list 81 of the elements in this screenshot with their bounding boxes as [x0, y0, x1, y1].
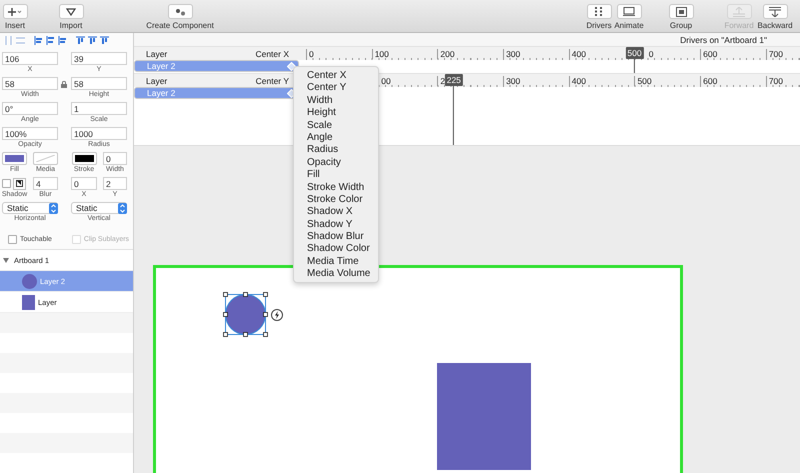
menu-item[interactable]: Shadow X — [294, 206, 378, 219]
stroke-swatch[interactable] — [72, 152, 96, 165]
property-heading[interactable]: Center Y — [256, 76, 289, 86]
monitor-icon — [623, 7, 635, 16]
toolbar-label: Drivers — [586, 21, 612, 30]
toolbar-button[interactable] — [586, 4, 612, 19]
align-icon[interactable] — [76, 36, 85, 44]
menu-item[interactable]: Shadow Blur — [294, 231, 378, 244]
toolbar-button[interactable] — [668, 4, 694, 19]
column-heading: Layer — [146, 48, 168, 58]
media-swatch[interactable] — [33, 152, 58, 165]
input-field[interactable]: 0° — [2, 102, 58, 115]
toolbar-button[interactable] — [58, 4, 84, 19]
menu-item[interactable]: Stroke Width — [294, 182, 378, 194]
menu-item[interactable]: Media Time — [294, 256, 378, 268]
toolbar-label: Import — [60, 21, 82, 30]
gears-icon — [174, 8, 186, 16]
plus-icon — [8, 8, 22, 16]
shadow-swatch[interactable] — [13, 178, 26, 190]
align-icon[interactable] — [88, 36, 97, 44]
grid-dots-icon — [595, 7, 603, 16]
menu-item[interactable]: Shadow Color — [294, 243, 378, 256]
disclosure-triangle-icon — [3, 258, 9, 262]
value-marker[interactable]: 500 — [625, 47, 644, 59]
menu-item[interactable]: Height — [294, 107, 378, 120]
lightning-icon[interactable] — [271, 309, 283, 321]
menu-item[interactable]: Shadow Y — [294, 218, 378, 232]
toolbar-button[interactable] — [616, 4, 642, 19]
shadow-checkbox[interactable] — [2, 179, 11, 188]
toolbar-button[interactable] — [762, 4, 788, 19]
select-field[interactable]: Static — [71, 202, 127, 214]
input-field[interactable]: 4 — [33, 177, 58, 190]
shadow-swatch-icon — [16, 180, 23, 187]
toolbar-button[interactable] — [168, 4, 192, 19]
toolbar-label: Backward — [757, 21, 793, 30]
value-marker[interactable]: 225 — [444, 74, 463, 86]
artboard[interactable] — [153, 265, 683, 473]
menu-item[interactable]: Scale — [294, 120, 378, 132]
menu-item[interactable]: Angle — [294, 132, 378, 144]
marker-line — [453, 86, 454, 145]
input-field[interactable]: 106 — [2, 52, 58, 65]
column-heading: Layer — [146, 76, 168, 86]
toolbar-button[interactable] — [2, 4, 28, 19]
menu-item[interactable]: Media Volume — [294, 268, 378, 281]
input-field[interactable]: 39 — [71, 52, 127, 65]
toolbar-label: Create Component — [146, 21, 214, 30]
square-thumbnail-icon — [22, 294, 35, 310]
menu-item[interactable]: Center X — [294, 70, 378, 82]
menu-item[interactable]: Fill — [294, 169, 378, 182]
input-field[interactable]: 58 — [2, 77, 58, 90]
fill-swatch[interactable] — [2, 152, 27, 165]
input-field[interactable]: 2 — [103, 177, 127, 190]
layers-down-icon — [769, 6, 781, 16]
stepper-icon — [49, 202, 58, 214]
toolbar-label: Animate — [614, 21, 644, 30]
align-icon[interactable] — [58, 36, 67, 44]
input-field[interactable]: 58 — [71, 77, 127, 90]
property-heading[interactable]: Center X — [255, 48, 289, 58]
circle-thumbnail-icon — [22, 274, 37, 288]
toolbar-label: Insert — [4, 21, 25, 30]
input-field[interactable]: 0 — [71, 177, 97, 190]
select-field[interactable]: Static — [2, 202, 58, 214]
menu-item[interactable]: Stroke Color — [294, 194, 378, 206]
empty-media-icon — [36, 155, 55, 162]
stepper-icon — [118, 202, 127, 214]
menu-item[interactable]: Opacity — [294, 156, 378, 170]
layers-up-icon — [733, 6, 745, 16]
menu-item[interactable]: Radius — [294, 144, 378, 157]
align-icon[interactable] — [46, 36, 55, 44]
input-field[interactable]: 0 — [103, 152, 127, 165]
drivers-title: Drivers on "Artboard 1" — [680, 34, 767, 44]
marker-line — [634, 59, 635, 73]
toolbar-label: Group — [670, 21, 692, 30]
shield-icon — [66, 8, 76, 16]
input-field[interactable]: 100% — [2, 127, 58, 140]
group-icon — [676, 6, 686, 16]
input-field[interactable]: 1000 — [71, 127, 127, 140]
align-icon[interactable] — [34, 36, 43, 44]
lock-icon — [61, 81, 67, 88]
input-field[interactable]: 1 — [71, 102, 127, 115]
align-icon[interactable] — [100, 36, 109, 44]
